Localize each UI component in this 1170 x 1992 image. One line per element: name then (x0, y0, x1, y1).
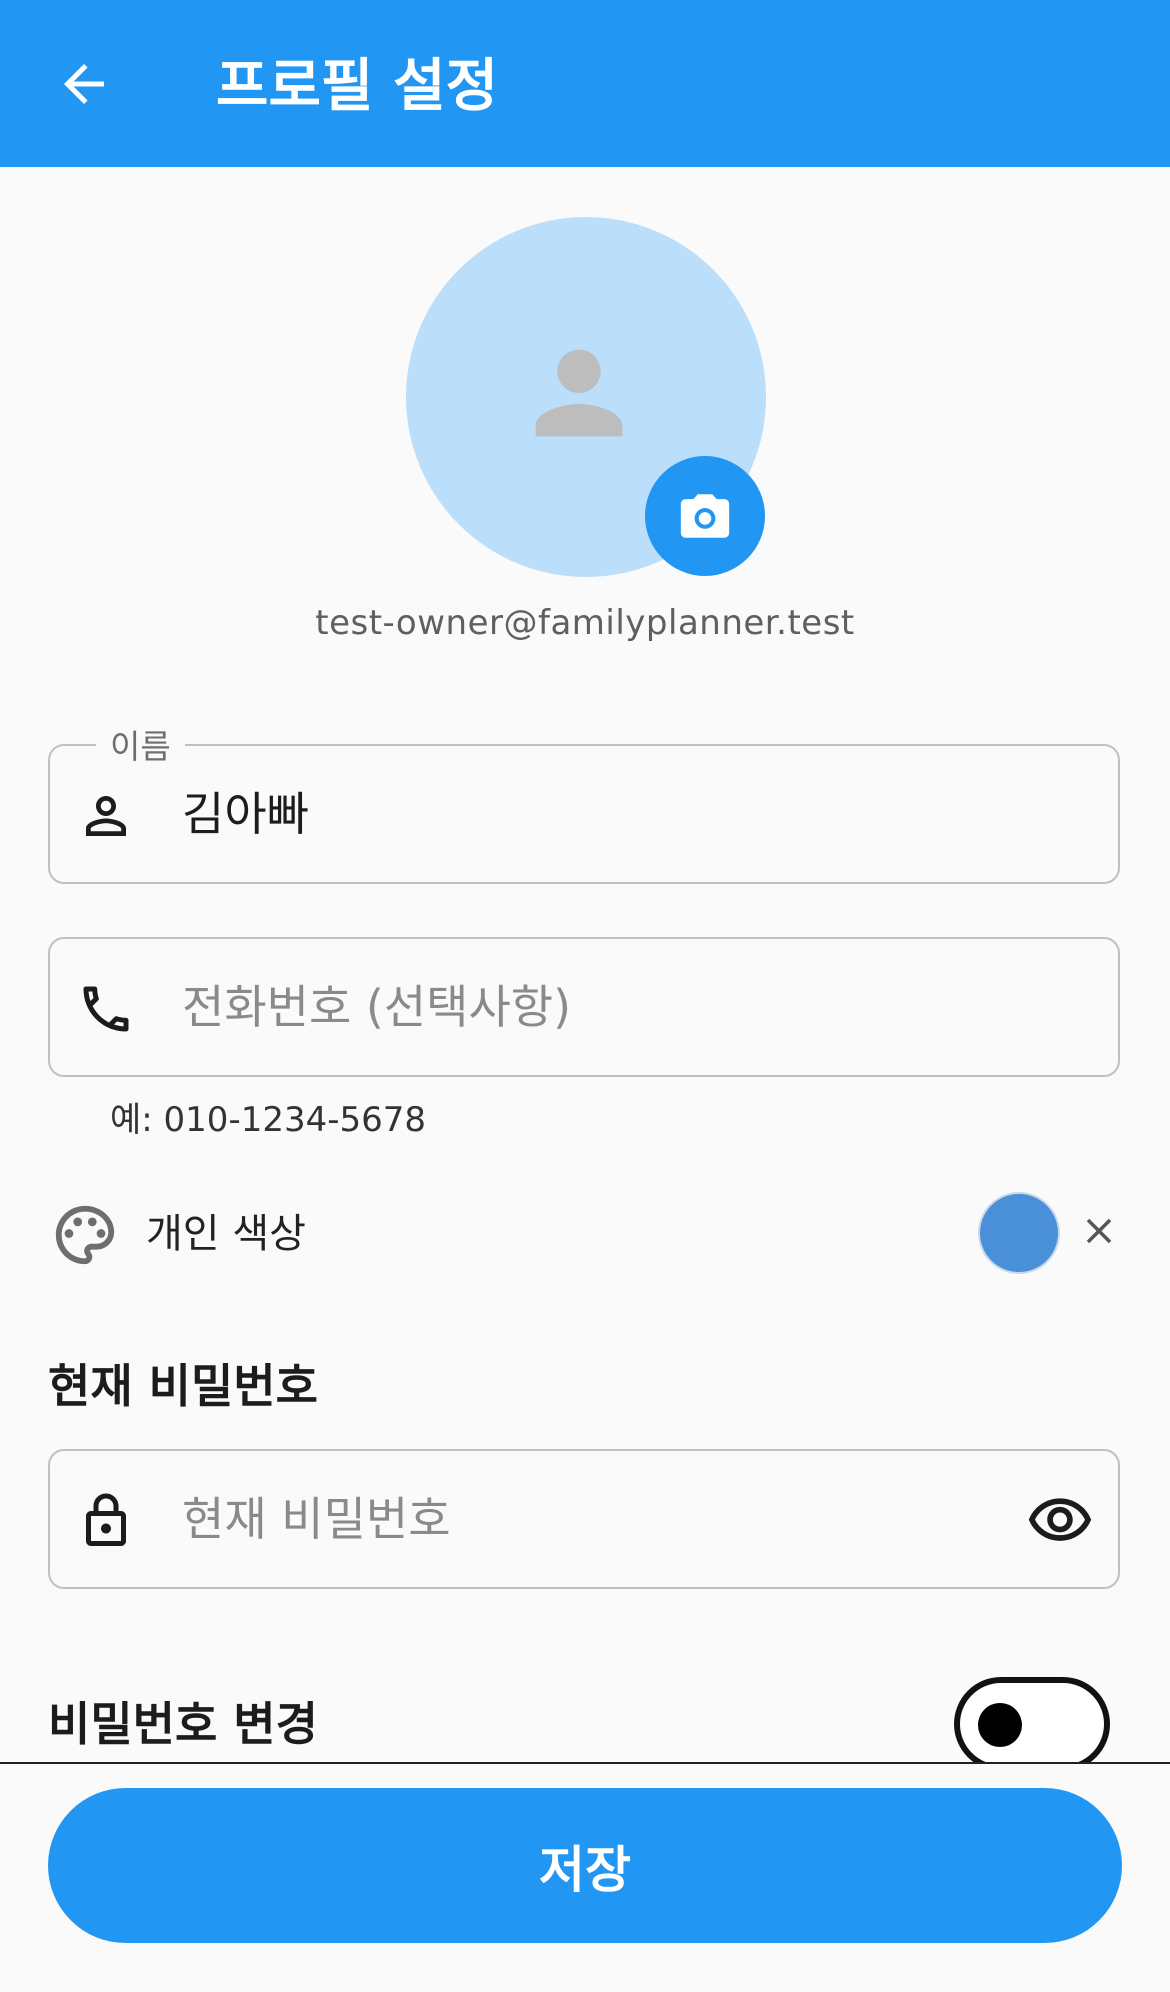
phone-icon (83, 986, 129, 1032)
clear-color-button[interactable] (1074, 1206, 1124, 1256)
profile-email: test-owner@familyplanner.test (315, 603, 855, 643)
page-title: 프로필 설정 (216, 53, 499, 119)
person-outline-icon (86, 796, 126, 836)
app-bar: 프로필 설정 (0, 0, 1170, 167)
palette-icon (55, 1205, 115, 1265)
toggle-password-visibility-button[interactable] (1024, 1485, 1096, 1557)
personal-color-label: 개인 색상 (146, 1211, 306, 1257)
personal-color-swatch[interactable] (978, 1192, 1060, 1274)
lock-icon (86, 1493, 126, 1546)
save-button[interactable]: 저장 (48, 1788, 1122, 1943)
arrow-back-icon (64, 64, 104, 104)
camera-icon (680, 494, 730, 538)
close-icon (1086, 1218, 1112, 1244)
change-password-label: 비밀번호 변경 (48, 1697, 318, 1751)
change-password-toggle[interactable] (954, 1677, 1110, 1771)
phone-helper-text: 예: 010-1234-5678 (110, 1100, 427, 1140)
current-password-input[interactable]: 현재 비밀번호 (182, 1489, 451, 1549)
current-password-field[interactable]: 현재 비밀번호 (48, 1449, 1120, 1589)
eye-icon (1028, 1498, 1092, 1541)
current-password-heading: 현재 비밀번호 (48, 1359, 318, 1413)
name-value: 김아빠 (182, 787, 309, 841)
name-field[interactable]: 김아빠 (48, 744, 1120, 884)
person-icon (535, 349, 623, 437)
name-label: 이름 (96, 724, 185, 770)
phone-input[interactable]: 전화번호 (선택사항) (182, 977, 571, 1037)
change-photo-button[interactable] (645, 456, 765, 576)
bottom-divider (0, 1762, 1170, 1764)
toggle-knob (978, 1703, 1022, 1747)
phone-field[interactable]: 전화번호 (선택사항) (48, 937, 1120, 1077)
back-button[interactable] (44, 44, 124, 124)
